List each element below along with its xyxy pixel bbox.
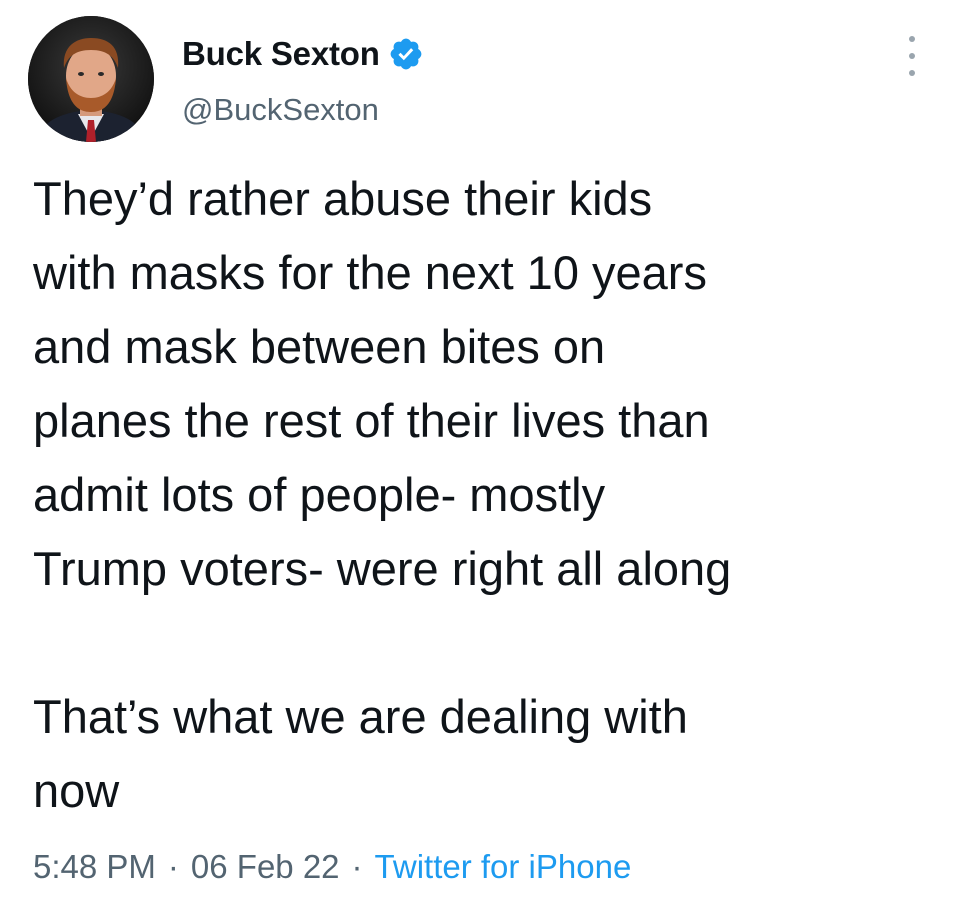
author-display-name[interactable]: Buck Sexton: [182, 35, 380, 73]
tweet-card: Buck Sexton @BuckSexton They’d rather ab…: [0, 0, 960, 900]
more-options-icon[interactable]: [900, 36, 924, 76]
tweet-date[interactable]: 06 Feb 22: [191, 848, 340, 886]
tweet-line: and mask between bites on: [33, 320, 606, 373]
dot: [909, 36, 915, 42]
tweet-line: Trump voters- were right all along: [33, 542, 732, 595]
avatar[interactable]: [28, 16, 154, 142]
tweet-time[interactable]: 5:48 PM: [33, 848, 156, 886]
tweet-paragraph: That’s what we are dealing with now: [33, 680, 933, 828]
tweet-line: planes the rest of their lives than: [33, 394, 710, 447]
tweet-line: They’d rather abuse their kids: [33, 172, 653, 225]
author-handle[interactable]: @BuckSexton: [182, 92, 379, 128]
tweet-line: with masks for the next 10 years: [33, 246, 707, 299]
meta-separator: ·: [167, 848, 179, 885]
tweet-line: That’s what we are dealing with: [33, 690, 688, 743]
meta-separator: ·: [351, 848, 363, 885]
tweet-source-link[interactable]: Twitter for iPhone: [375, 848, 632, 886]
tweet-line: now: [33, 764, 120, 817]
dot: [909, 53, 915, 59]
tweet-paragraph: They’d rather abuse their kids with mask…: [33, 162, 933, 606]
tweet-meta: 5:48 PM · 06 Feb 22 · Twitter for iPhone: [33, 848, 631, 886]
tweet-text: They’d rather abuse their kids with mask…: [33, 162, 933, 828]
tweet-line: admit lots of people- mostly: [33, 468, 606, 521]
verified-badge-icon: [388, 36, 424, 72]
author-name-row[interactable]: Buck Sexton: [182, 34, 424, 74]
dot: [909, 70, 915, 76]
avatar-photo: [28, 16, 154, 142]
